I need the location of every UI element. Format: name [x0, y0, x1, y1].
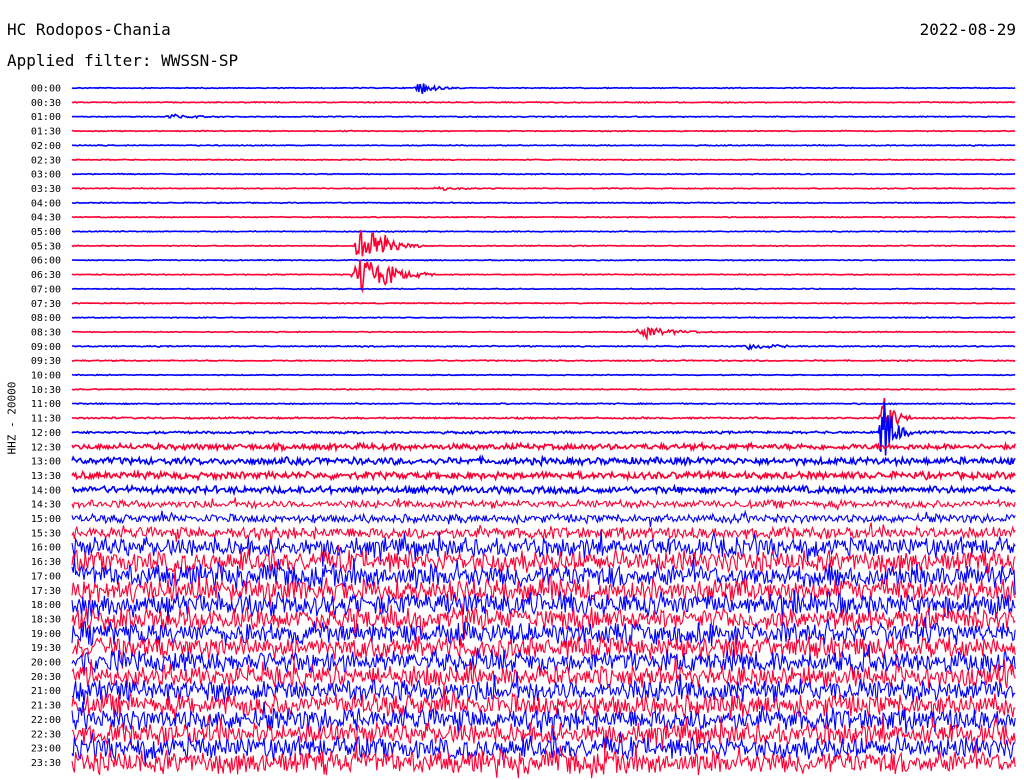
row-time-label: 03:30: [31, 184, 61, 195]
row-time-label: 03:00: [31, 170, 61, 181]
trace-line-0430: [71, 215, 1016, 219]
row-time-label: 05:00: [31, 227, 61, 238]
row-time-label: 08:00: [31, 313, 61, 324]
row-time-label: 02:30: [31, 155, 61, 166]
trace-line-1030: [71, 387, 1016, 391]
seismogram-plot: 00:00 00:30 01:00 01:30 02:00 02:30 03:00 03:30…: [31, 83, 1016, 779]
row-time-label: 22:00: [31, 715, 61, 726]
trace-line-1430: [71, 497, 1016, 511]
row-time-label: 12:00: [31, 428, 61, 439]
row-time-label: 01:30: [31, 127, 61, 138]
trace-line-0800: [71, 316, 1016, 320]
trace-line-0230: [71, 158, 1016, 162]
row-time-label: 23:00: [31, 744, 61, 755]
trace-line-1230: [71, 440, 1016, 453]
row-time-label: 17:30: [31, 586, 61, 597]
row-time-label: 14:30: [31, 500, 61, 511]
row-time-label: 01:00: [31, 112, 61, 123]
trace-line-0530: [71, 230, 1016, 257]
trace-line-0100: [71, 113, 1016, 120]
trace-line-1100: [71, 402, 1016, 406]
trace-line-0730: [71, 301, 1016, 305]
row-time-label: 10:30: [31, 385, 61, 396]
row-time-label: 19:00: [31, 629, 61, 640]
row-time-label: 18:30: [31, 614, 61, 625]
row-time-label: 11:00: [31, 399, 61, 410]
trace-line-1300: [71, 454, 1016, 468]
row-time-label: 05:30: [31, 241, 61, 252]
row-time-label: 06:30: [31, 270, 61, 281]
row-time-label: 15:30: [31, 528, 61, 539]
row-time-label: 22:30: [31, 729, 61, 740]
row-time-label: 20:00: [31, 658, 61, 669]
trace-line-0400: [71, 201, 1016, 205]
row-time-label: 00:30: [31, 98, 61, 109]
row-time-label: 10:00: [31, 371, 61, 382]
trace-line-0000: [71, 83, 1016, 94]
row-time-label: 07:30: [31, 299, 61, 310]
row-time-label: 06:00: [31, 256, 61, 267]
row-time-label: 12:30: [31, 442, 61, 453]
trace-line-0600: [71, 258, 1016, 262]
trace-line-0900: [72, 343, 1016, 351]
trace-line-0200: [71, 143, 1016, 147]
trace-line-0330: [71, 185, 1016, 192]
row-time-label: 04:00: [31, 198, 61, 209]
row-time-label: 02:00: [31, 141, 61, 152]
row-time-label: 14:00: [31, 485, 61, 496]
trace-line-0630: [71, 259, 1016, 294]
row-time-label: 04:30: [31, 213, 61, 224]
row-time-label: 16:00: [31, 543, 61, 554]
row-time-label: 11:30: [31, 414, 61, 425]
trace-line-1500: [71, 509, 1016, 527]
row-time-label: 17:00: [31, 571, 61, 582]
row-time-label: 18:00: [31, 600, 61, 611]
row-time-label: 00:00: [31, 84, 61, 95]
trace-line-0030: [71, 100, 1016, 104]
row-time-label: 08:30: [31, 327, 61, 338]
row-time-label: 09:00: [31, 342, 61, 353]
row-time-label: 21:00: [31, 686, 61, 697]
row-time-label: 20:30: [31, 672, 61, 683]
trace-line-1000: [71, 373, 1016, 377]
trace-line-0700: [71, 287, 1016, 291]
row-time-label: 09:30: [31, 356, 61, 367]
trace-line-0300: [71, 172, 1016, 176]
trace-line-0130: [71, 129, 1016, 133]
row-time-label: 13:00: [31, 457, 61, 468]
row-time-label: 21:30: [31, 701, 61, 712]
trace-line-1330: [71, 468, 1016, 482]
row-time-label: 23:30: [31, 758, 61, 769]
row-time-label: 15:00: [31, 514, 61, 525]
row-time-label: 19:30: [31, 643, 61, 654]
row-time-label: 16:30: [31, 557, 61, 568]
trace-line-0830: [71, 326, 1016, 342]
row-time-label: 13:30: [31, 471, 61, 482]
trace-line-0500: [71, 230, 1016, 233]
trace-line-1400: [71, 483, 1016, 497]
row-time-label: 07:00: [31, 284, 61, 295]
trace-line-0930: [71, 358, 1016, 363]
